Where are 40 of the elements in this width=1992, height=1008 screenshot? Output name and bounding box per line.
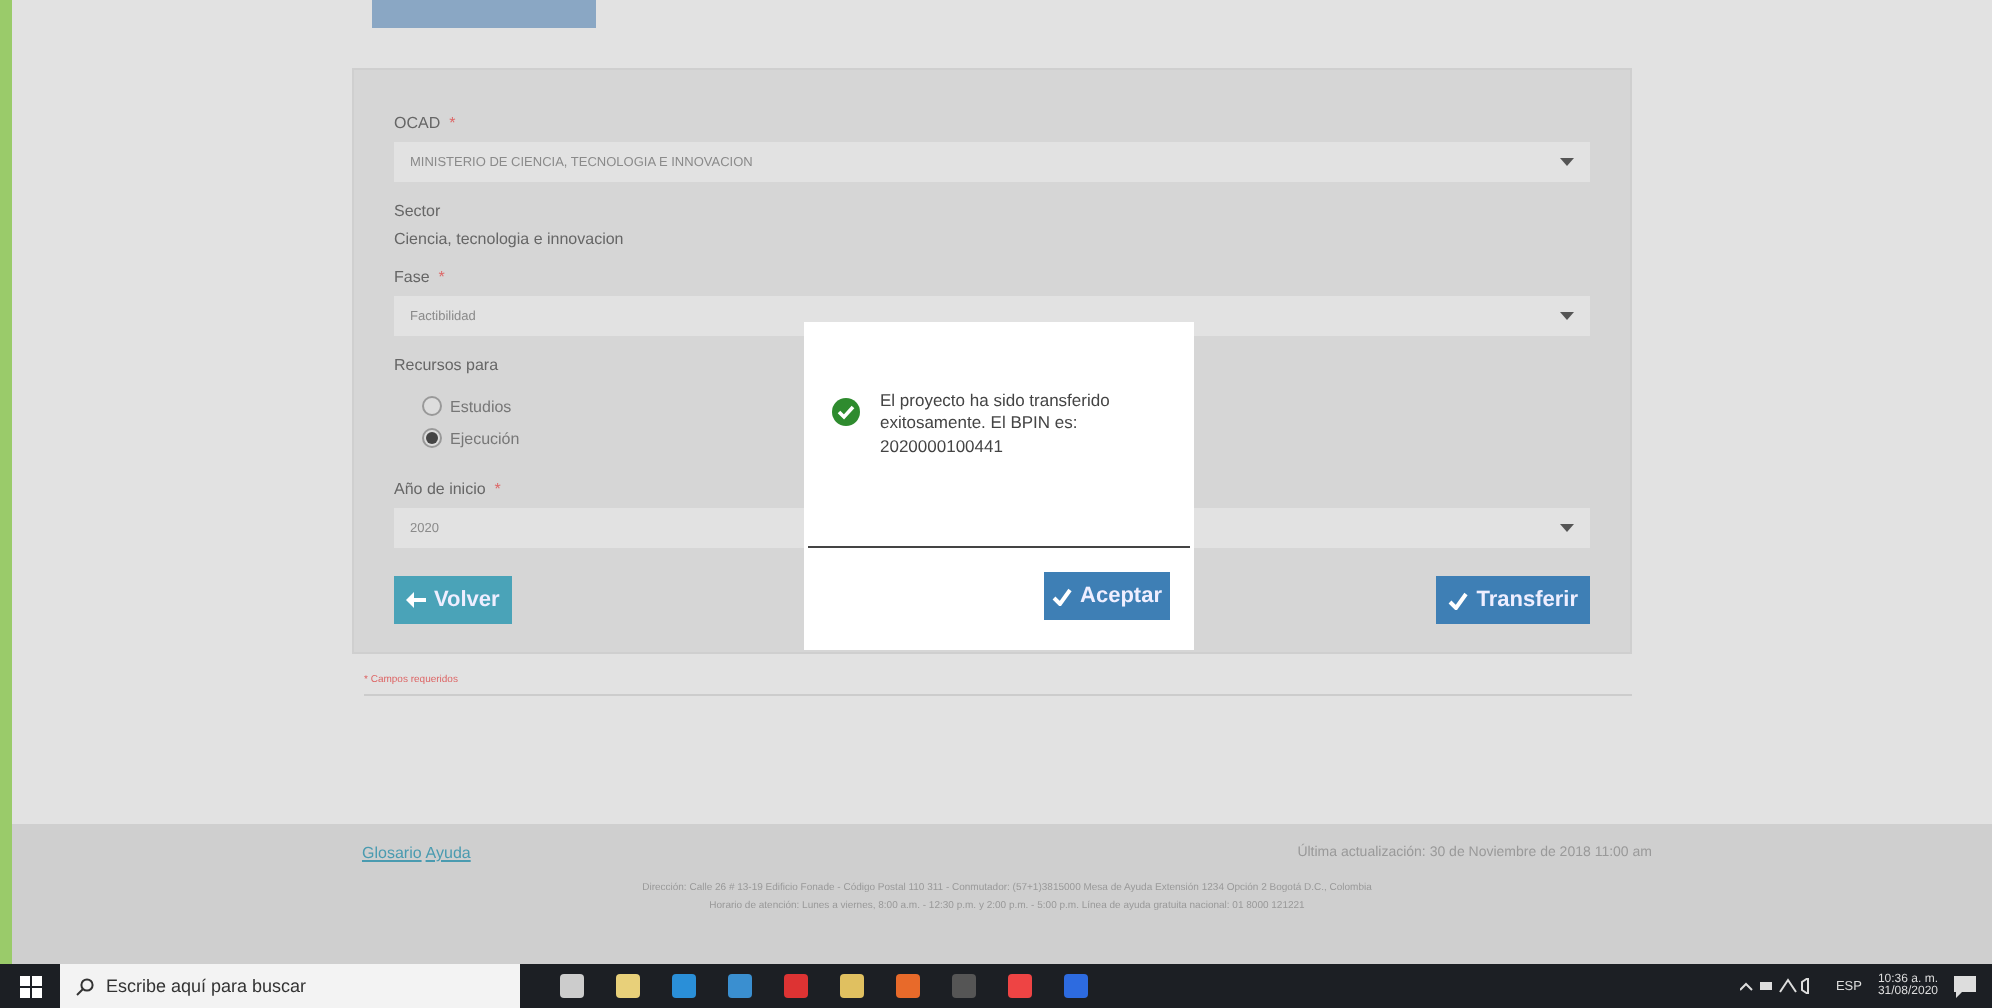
field-label: Sector xyxy=(394,202,441,220)
radio-label: Estudios xyxy=(450,397,512,415)
taskbar-app-icon[interactable] xyxy=(616,974,640,998)
field-label: Año de inicio xyxy=(394,480,486,498)
radio-button[interactable] xyxy=(422,396,442,416)
back-button[interactable]: Volver xyxy=(394,576,512,624)
required-mark: * xyxy=(438,268,445,286)
required-mark: * xyxy=(494,480,501,498)
taskbar-app-icon[interactable] xyxy=(560,974,584,998)
taskbar-app-icon[interactable] xyxy=(952,974,976,998)
taskbar-app-icon[interactable] xyxy=(672,974,696,998)
accept-button[interactable]: Aceptar xyxy=(1044,572,1170,620)
field-value: Ciencia, tecnologia e innovacion xyxy=(394,230,626,248)
caret-icon xyxy=(1560,312,1574,320)
dialog-message: El proyecto ha sido transferido exitosamente. El BPIN es: 2020000100441 xyxy=(880,390,1112,460)
notification-icon[interactable] xyxy=(1954,975,1976,997)
taskbar-search[interactable]: Escribe aquí para buscar xyxy=(60,964,520,1008)
field-label: OCAD xyxy=(394,114,441,132)
taskbar-app-icon[interactable] xyxy=(1008,974,1032,998)
radio-button[interactable] xyxy=(422,428,442,448)
search-icon xyxy=(76,977,94,995)
caret-icon xyxy=(1560,524,1574,532)
check-icon xyxy=(1052,587,1073,605)
footer-link[interactable]: Ayuda xyxy=(425,844,471,862)
field-label: Recursos para xyxy=(394,356,499,374)
required-mark: * xyxy=(449,114,456,132)
taskbar-app-icon[interactable] xyxy=(840,974,864,998)
success-check-icon xyxy=(832,398,860,426)
windows-icon[interactable] xyxy=(19,975,41,997)
radio-label: Ejecución xyxy=(450,429,520,447)
field-label: Fase xyxy=(394,268,430,286)
footer-link[interactable]: Glosario xyxy=(362,844,422,862)
taskbar-app-icon[interactable] xyxy=(728,974,752,998)
check-icon xyxy=(1448,591,1469,609)
taskbar-app-icon[interactable] xyxy=(784,974,808,998)
arrow-left-icon xyxy=(406,592,426,608)
taskbar-app-icon[interactable] xyxy=(896,974,920,998)
taskbar-app-icon[interactable] xyxy=(1064,974,1088,998)
transfer-button[interactable]: Transferir xyxy=(1436,576,1590,624)
caret-icon xyxy=(1560,158,1574,166)
